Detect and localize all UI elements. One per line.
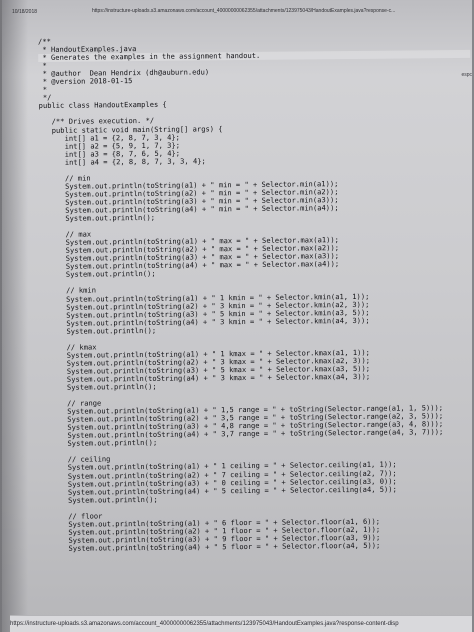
print-date: 10/18/2018 [12, 9, 38, 15]
print-header-url: https://instructure-uploads.s3.amazonaws… [92, 8, 396, 14]
printed-page: 10/18/2018 https://instructure-uploads.s… [2, 0, 472, 632]
print-footer-url: https://instructure-uploads.s3.amazonaws… [10, 615, 472, 632]
code-line: System.out.println(toString(a4) + " 5 fl… [42, 540, 381, 553]
page-shadow [2, 0, 28, 632]
java-source-code: /** * HandoutExamples.java * Generates t… [38, 34, 472, 553]
